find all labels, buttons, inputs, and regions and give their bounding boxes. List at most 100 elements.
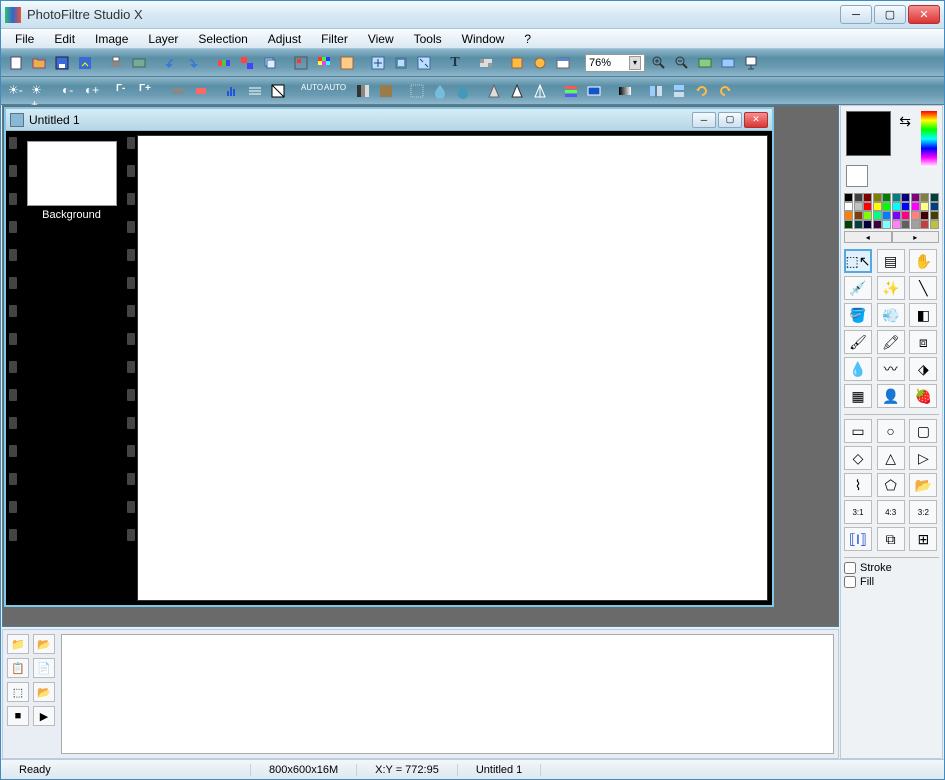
palette-swatch[interactable] <box>863 202 872 211</box>
palette-swatch[interactable] <box>930 202 939 211</box>
retouch-tool[interactable]: 👤 <box>877 384 905 408</box>
mirror-v-button[interactable] <box>668 80 690 102</box>
palette-swatch[interactable] <box>854 202 863 211</box>
swap-colors-button[interactable] <box>236 52 258 74</box>
fullscreen-button[interactable] <box>740 52 762 74</box>
rotate-right-button[interactable] <box>714 80 736 102</box>
print-button[interactable] <box>105 52 127 74</box>
palette-swatch[interactable] <box>882 202 891 211</box>
palette-swatch[interactable] <box>901 220 910 229</box>
art-tool[interactable]: 🍓 <box>909 384 937 408</box>
zoom-out-button[interactable] <box>671 52 693 74</box>
palette-swatch[interactable] <box>854 220 863 229</box>
maximize-button[interactable]: ▢ <box>874 5 906 24</box>
stroke-checkbox[interactable] <box>844 562 856 574</box>
brush-tool[interactable]: 🖌 <box>844 330 872 354</box>
menu-file[interactable]: File <box>5 30 44 48</box>
play-button[interactable]: ▶ <box>33 706 55 726</box>
mirror-h-button[interactable] <box>645 80 667 102</box>
ratio-32-shape[interactable]: 3:2 <box>909 500 937 524</box>
rotate-left-button[interactable] <box>691 80 713 102</box>
ratio-43-shape[interactable]: 4:3 <box>877 500 905 524</box>
palette-swatch[interactable] <box>873 211 882 220</box>
magic-wand-tool[interactable]: ✨ <box>877 276 905 300</box>
color-balance-button[interactable] <box>560 80 582 102</box>
palette-prev-button[interactable]: ◂ <box>844 231 892 243</box>
histogram-button[interactable] <box>221 80 243 102</box>
collapse-button[interactable]: 📂 <box>33 634 55 654</box>
swap-colors-icon[interactable]: ⇆ <box>899 113 911 130</box>
menu-image[interactable]: Image <box>85 30 138 48</box>
canvas[interactable] <box>137 135 768 601</box>
palette-next-button[interactable]: ▸ <box>892 231 940 243</box>
palette-swatch[interactable] <box>854 193 863 202</box>
hue-button[interactable] <box>583 80 605 102</box>
palette-swatch[interactable] <box>844 220 853 229</box>
triangle-right-shape[interactable]: ▷ <box>909 446 937 470</box>
transparency-button[interactable] <box>475 52 497 74</box>
zoom-actual-button[interactable] <box>717 52 739 74</box>
blur-button[interactable] <box>429 80 451 102</box>
blur-more-button[interactable] <box>452 80 474 102</box>
zoom-input[interactable] <box>589 57 629 69</box>
palette-swatch[interactable] <box>901 202 910 211</box>
saturation-minus-button[interactable] <box>167 80 189 102</box>
palette-swatch[interactable] <box>892 193 901 202</box>
stop-button[interactable]: ■ <box>7 706 29 726</box>
menu-edit[interactable]: Edit <box>44 30 85 48</box>
layer-thumbnail[interactable] <box>27 141 117 206</box>
auto-contrast-button[interactable]: AUTO <box>321 80 343 102</box>
rounded-rect-shape[interactable]: ▢ <box>909 419 937 443</box>
palette-swatch[interactable] <box>882 220 891 229</box>
negative-button[interactable] <box>267 80 289 102</box>
palette-swatch[interactable] <box>863 211 872 220</box>
all-selection[interactable]: ⊞ <box>909 527 937 551</box>
fill-tool[interactable]: 🪣 <box>844 303 872 327</box>
polygon-shape[interactable]: ⬠ <box>877 473 905 497</box>
menu-help[interactable]: ? <box>514 30 541 48</box>
background-color[interactable] <box>846 165 868 187</box>
palette-swatch[interactable] <box>920 202 929 211</box>
close-button[interactable]: ✕ <box>908 5 940 24</box>
line-tool[interactable]: ╲ <box>909 276 937 300</box>
paste-button[interactable]: 📄 <box>33 658 55 678</box>
selection-tool[interactable]: ⬚↖ <box>844 249 872 273</box>
sepia-button[interactable] <box>375 80 397 102</box>
distort-tool[interactable]: ▦ <box>844 384 872 408</box>
triangle-shape[interactable]: △ <box>877 446 905 470</box>
palette-swatch[interactable] <box>873 202 882 211</box>
color-spectrum[interactable] <box>921 111 937 167</box>
image-manager-button[interactable] <box>552 52 574 74</box>
menu-layer[interactable]: Layer <box>138 30 188 48</box>
image-size-button[interactable] <box>367 52 389 74</box>
canvas-size-button[interactable] <box>390 52 412 74</box>
palette-swatch[interactable] <box>892 220 901 229</box>
palette-swatch[interactable] <box>854 211 863 220</box>
palette-swatch[interactable] <box>930 220 939 229</box>
contrast-plus-button[interactable]: ◐+ <box>82 80 104 102</box>
reinforce-button[interactable] <box>529 80 551 102</box>
plugin-button[interactable] <box>529 52 551 74</box>
action-list[interactable] <box>61 634 834 754</box>
palette-swatch[interactable] <box>930 211 939 220</box>
contrast-minus-button[interactable]: ◐- <box>59 80 81 102</box>
palette-swatch[interactable] <box>892 202 901 211</box>
sharpen-more-button[interactable] <box>506 80 528 102</box>
palette-swatch[interactable] <box>901 211 910 220</box>
menu-window[interactable]: Window <box>452 30 515 48</box>
options-button[interactable] <box>506 52 528 74</box>
palette-swatch[interactable] <box>863 220 872 229</box>
duplicate-button[interactable] <box>259 52 281 74</box>
gamma-plus-button[interactable]: Γ+ <box>136 80 158 102</box>
brightness-plus-button[interactable]: ☀+ <box>28 80 50 102</box>
palette-swatch[interactable] <box>911 202 920 211</box>
minimize-button[interactable]: ─ <box>840 5 872 24</box>
document-close-button[interactable]: ✕ <box>744 112 768 128</box>
pipette-tool[interactable]: 💉 <box>844 276 872 300</box>
palette-swatch[interactable] <box>844 211 853 220</box>
document-minimize-button[interactable]: ─ <box>692 112 716 128</box>
palette-swatch[interactable] <box>911 193 920 202</box>
lasso-shape[interactable]: ⌇ <box>844 473 872 497</box>
indexed-color-button[interactable] <box>336 52 358 74</box>
menu-adjust[interactable]: Adjust <box>258 30 311 48</box>
